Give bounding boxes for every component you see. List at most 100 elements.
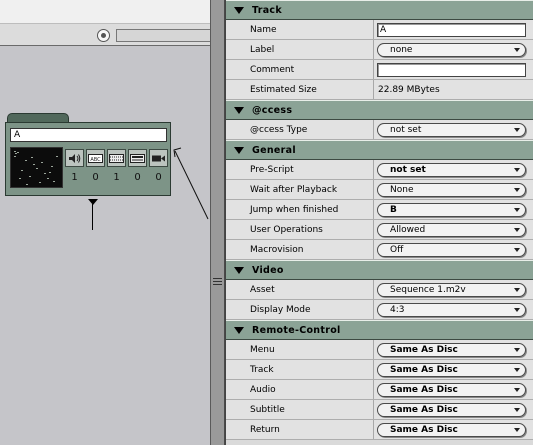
pre-script-popup[interactable]: not set	[377, 163, 526, 177]
popup-value: Same As Disc	[390, 385, 458, 395]
section-header-track[interactable]: Track	[226, 0, 533, 20]
property-row-estimated-size: Estimated Size 22.89 MBytes	[226, 80, 533, 100]
thumbnail-noise	[29, 176, 31, 177]
section-title: General	[252, 144, 296, 156]
section-header-remote-control[interactable]: Remote-Control	[226, 320, 533, 340]
abc-subtitle-icon: ABC	[88, 153, 103, 163]
thumbnail-noise	[31, 157, 33, 158]
property-row-comment: Comment	[226, 60, 533, 80]
chevron-down-icon	[514, 348, 520, 352]
section-header-video[interactable]: Video	[226, 260, 533, 280]
popup-value: 4:3	[390, 305, 405, 315]
disclosure-triangle-icon[interactable]	[234, 266, 244, 274]
thumbnail-noise	[15, 153, 17, 154]
property-value-cell: Same As Disc	[374, 340, 533, 359]
property-value-cell: Off	[374, 240, 533, 259]
disclosure-triangle-icon[interactable]	[234, 146, 244, 154]
disclosure-triangle-icon[interactable]	[234, 6, 244, 14]
zoom-knob-icon[interactable]	[97, 29, 110, 42]
property-value-cell: A	[374, 20, 533, 39]
thumbnail-noise	[33, 164, 35, 165]
menu-stream-button[interactable]	[107, 149, 126, 167]
track-popup[interactable]: Same As Disc	[377, 363, 526, 377]
subtitle-stream-button[interactable]: ABC	[86, 149, 105, 167]
property-label: Asset	[226, 280, 374, 299]
wait-after-playback-popup[interactable]: None	[377, 183, 526, 197]
audio-stream-count: 1	[71, 172, 78, 183]
thumbnail-noise	[14, 151, 16, 152]
marker-stream-count: 0	[134, 172, 141, 183]
label-popup[interactable]: none	[377, 43, 526, 57]
property-label: Track	[226, 360, 374, 379]
property-label: Subtitle	[226, 400, 374, 419]
jump-when-finished-popup[interactable]: B	[377, 203, 526, 217]
thumbnail-noise	[25, 160, 27, 161]
ccess-type-popup[interactable]: not set	[377, 123, 526, 137]
popup-value: Allowed	[390, 225, 426, 235]
property-value-cell: Allowed	[374, 220, 533, 239]
jump-arrow-icon[interactable]	[88, 199, 98, 205]
pane-splitter[interactable]	[210, 0, 225, 445]
video-stream-button[interactable]	[149, 149, 168, 167]
chevron-down-icon	[514, 228, 520, 232]
toolbar-strip	[0, 0, 210, 24]
thumbnail-noise	[21, 170, 23, 171]
property-value-cell: Same As Disc	[374, 380, 533, 399]
disclosure-triangle-icon[interactable]	[234, 106, 244, 114]
display-mode-popup[interactable]: 4:3	[377, 303, 526, 317]
property-row-user-operations: User Operations Allowed	[226, 220, 533, 240]
svg-text:ABC: ABC	[90, 156, 101, 162]
macrovision-popup[interactable]: Off	[377, 243, 526, 257]
chevron-down-icon	[514, 168, 520, 172]
jump-link-line	[92, 204, 93, 230]
name-field[interactable]: A	[377, 23, 526, 37]
audio-popup[interactable]: Same As Disc	[377, 383, 526, 397]
property-row-jump-when-finished: Jump when finished B	[226, 200, 533, 220]
audio-stream-button[interactable]	[65, 149, 84, 167]
popup-value: Same As Disc	[390, 345, 458, 355]
track-canvas[interactable]: A ABC 1 0 1 0 0	[0, 0, 210, 445]
property-row-asset: Asset Sequence 1.m2v	[226, 280, 533, 300]
popup-value: none	[390, 45, 413, 55]
asset-popup[interactable]: Sequence 1.m2v	[377, 283, 526, 297]
video-thumbnail[interactable]	[10, 147, 63, 188]
property-label: Return	[226, 420, 374, 439]
subtitle-popup[interactable]: Same As Disc	[377, 403, 526, 417]
section-header-general[interactable]: General	[226, 140, 533, 160]
track-tile[interactable]: A ABC 1 0 1 0 0	[5, 122, 171, 196]
property-label: Jump when finished	[226, 200, 374, 219]
popup-value: Off	[390, 245, 404, 255]
chevron-down-icon	[514, 208, 520, 212]
track-tile-name-field[interactable]: A	[10, 128, 167, 142]
property-value-cell: None	[374, 180, 533, 199]
property-label: Display Mode	[226, 300, 374, 319]
subtitle-stream-count: 0	[92, 172, 99, 183]
zoom-slider[interactable]	[116, 29, 210, 42]
thumbnail-noise	[49, 172, 51, 173]
thumbnail-noise	[56, 156, 58, 157]
chevron-down-icon	[514, 188, 520, 192]
property-row-menu: Menu Same As Disc	[226, 340, 533, 360]
section-header-ccess[interactable]: @ccess	[226, 100, 533, 120]
splitter-grip-icon[interactable]	[213, 278, 222, 287]
comment-field[interactable]	[377, 63, 526, 77]
marker-stream-button[interactable]	[128, 149, 147, 167]
return-popup[interactable]: Same As Disc	[377, 423, 526, 437]
user-operations-popup[interactable]: Allowed	[377, 223, 526, 237]
property-label: Label	[226, 40, 374, 59]
property-row-audio: Audio Same As Disc	[226, 380, 533, 400]
thumbnail-noise	[19, 178, 21, 179]
thumbnail-noise	[51, 166, 53, 167]
popup-value: not set	[390, 125, 422, 135]
menu-popup[interactable]: Same As Disc	[377, 343, 526, 357]
chevron-down-icon	[514, 128, 520, 132]
disclosure-triangle-icon[interactable]	[234, 326, 244, 334]
connection-link-line	[173, 147, 209, 220]
thumbnail-noise	[39, 182, 41, 183]
chevron-down-icon	[514, 308, 520, 312]
canvas-toolbar	[0, 0, 210, 46]
property-row-pre-script: Pre-Script not set	[226, 160, 533, 180]
property-value-cell: not set	[374, 160, 533, 179]
popup-value: B	[390, 205, 397, 215]
property-row-wait-after-playback: Wait after Playback None	[226, 180, 533, 200]
